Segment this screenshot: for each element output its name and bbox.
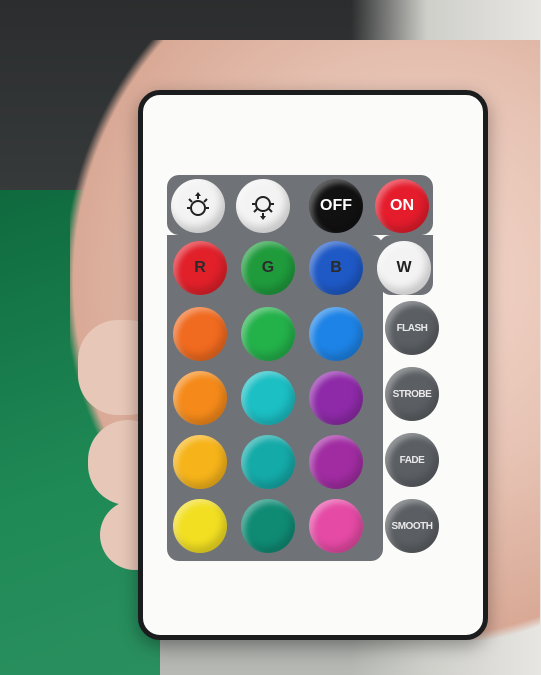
brightness-up-icon [183,191,213,221]
off-label: OFF [320,197,352,214]
brightness-down-icon [248,191,278,221]
color-button-light-green[interactable] [241,307,295,361]
green-label: G [261,259,275,276]
color-button-cyan[interactable] [241,371,295,425]
smooth-button[interactable]: SMOOTH [385,499,439,553]
color-button-amber[interactable] [173,435,227,489]
color-button-orange[interactable] [173,371,227,425]
color-button-teal[interactable] [241,435,295,489]
photo-background: OFF ON R G B W FLASH STROBE FADE SMOOTH [0,0,541,675]
green-button[interactable]: G [241,241,295,295]
color-button-pink[interactable] [309,499,363,553]
blue-button[interactable]: B [309,241,363,295]
color-button-orange-red[interactable] [173,307,227,361]
color-button-yellow[interactable] [173,499,227,553]
white-button[interactable]: W [377,241,431,295]
color-button-light-blue[interactable] [309,307,363,361]
flash-label: FLASH [396,322,428,334]
red-button[interactable]: R [173,241,227,295]
brightness-down-button[interactable] [236,179,290,233]
flash-button[interactable]: FLASH [385,301,439,355]
color-button-dark-teal[interactable] [241,499,295,553]
strobe-button[interactable]: STROBE [385,367,439,421]
color-button-purple[interactable] [309,371,363,425]
rgb-remote-control: OFF ON R G B W FLASH STROBE FADE SMOOTH [138,90,488,640]
strobe-label: STROBE [392,388,432,400]
white-label: W [396,259,412,276]
color-button-magenta[interactable] [309,435,363,489]
on-button[interactable]: ON [375,179,429,233]
fade-label: FADE [399,454,425,466]
on-label: ON [390,197,414,214]
off-button[interactable]: OFF [309,179,363,233]
blue-label: B [330,259,342,276]
smooth-label: SMOOTH [391,520,433,532]
brightness-up-button[interactable] [171,179,225,233]
red-label: R [194,259,206,276]
fade-button[interactable]: FADE [385,433,439,487]
